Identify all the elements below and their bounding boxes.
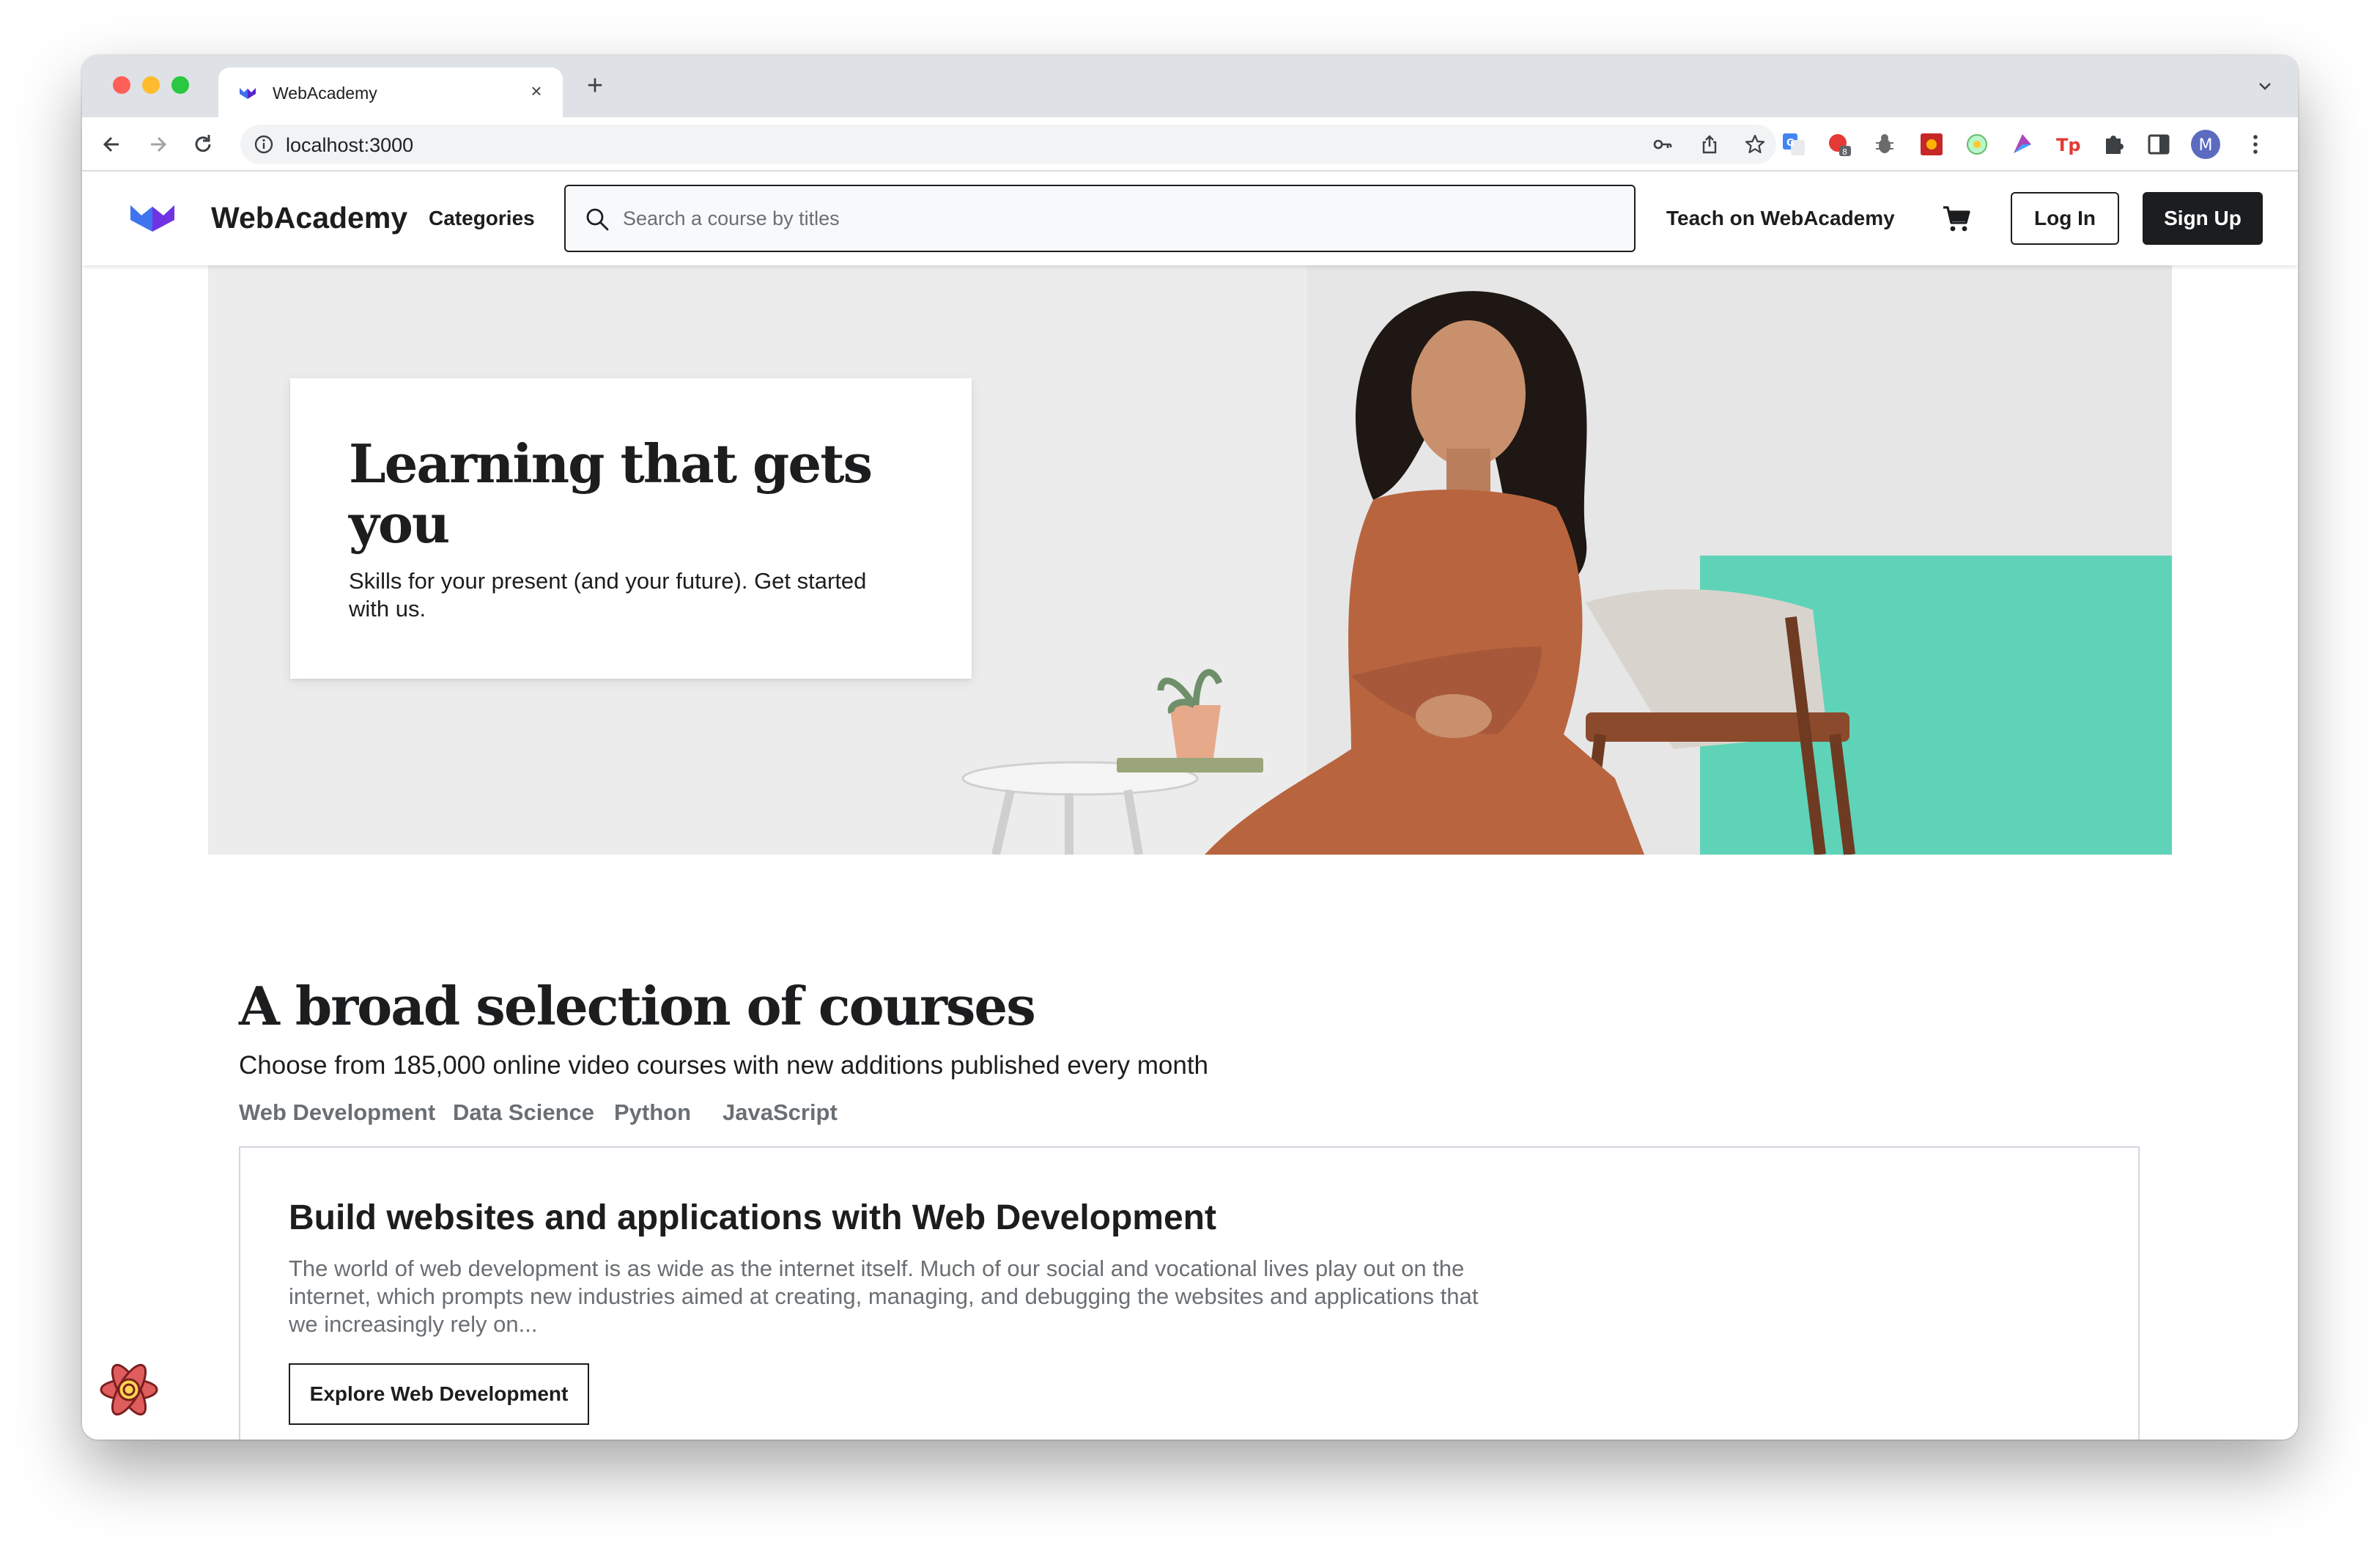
puzzle-icon[interactable] [2100,131,2126,158]
browser-toolbar: localhost:3000 G 8 Tp M [82,117,2298,172]
tab-strip: WebAcademy × + [82,56,2298,117]
side-panel-icon[interactable] [2146,131,2172,158]
course-panel: Build websites and applications with Web… [239,1146,2140,1440]
browser-window: WebAcademy × + localhost:3000 G 8 Tp M W… [82,56,2298,1440]
page-viewport: WebAcademy Categories Teach on WebAcadem… [82,172,2298,1440]
hero-title: Learning that gets you [349,432,873,555]
search-input[interactable] [623,201,1619,236]
svg-text:G: G [1786,138,1795,149]
explore-button[interactable]: Explore Web Development [289,1363,589,1425]
close-window-button[interactable] [113,76,130,94]
login-button[interactable]: Log In [2011,192,2119,245]
hero-subtitle: Skills for your present (and your future… [349,568,867,622]
profile-avatar[interactable]: M [2189,128,2222,161]
signup-button[interactable]: Sign Up [2143,192,2263,245]
teach-link[interactable]: Teach on WebAcademy [1666,207,1895,230]
color-extension-icon[interactable] [1964,131,1990,158]
key-icon[interactable] [1652,133,1674,155]
section-subtitle: Choose from 185,000 online video courses… [239,1051,1209,1080]
reload-icon[interactable] [189,130,217,158]
gradient-extension-icon[interactable] [2009,131,2036,158]
tab-close-icon[interactable]: × [525,79,548,103]
extension-badge-icon[interactable]: 8 [1826,131,1852,158]
bug-extension-icon[interactable] [1871,131,1898,158]
tp-extension-icon[interactable]: Tp [2055,131,2081,158]
kebab-menu-icon[interactable] [2242,131,2269,158]
share-icon[interactable] [1699,133,1721,155]
minimize-window-button[interactable] [142,76,160,94]
tab-data-science[interactable]: Data Science [453,1099,594,1126]
back-arrow-icon[interactable] [98,130,126,158]
tab-title: WebAcademy [273,84,377,103]
panel-description: The world of web development is as wide … [289,1256,1479,1337]
hero-banner: Learning that gets you Skills for your p… [208,265,2172,855]
site-header: WebAcademy Categories Teach on WebAcadem… [82,172,2298,265]
address-bar[interactable]: localhost:3000 [240,125,1776,164]
chevron-down-icon[interactable] [2254,75,2276,97]
favicon-icon [240,88,256,99]
panel-title: Build websites and applications with Web… [289,1198,1216,1237]
browser-tab[interactable]: WebAcademy × [218,67,563,117]
tab-javascript[interactable]: JavaScript [722,1099,838,1126]
hero-card: Learning that gets you Skills for your p… [290,378,972,679]
tab-web-development[interactable]: Web Development [239,1099,435,1126]
svg-text:Tp: Tp [2056,135,2081,155]
url-text: localhost:3000 [286,134,414,156]
search-icon[interactable] [583,205,611,233]
image-extension-icon[interactable] [1918,131,1945,158]
webacademy-logo-icon[interactable] [130,201,174,232]
new-tab-button[interactable]: + [582,72,608,100]
cart-icon[interactable] [1940,202,1973,235]
maximize-window-button[interactable] [171,76,189,94]
brand-name[interactable]: WebAcademy [211,201,407,235]
svg-text:8: 8 [1842,147,1847,157]
info-icon[interactable] [254,134,274,155]
categories-menu[interactable]: Categories [429,207,535,230]
react-devtools-icon[interactable] [98,1359,160,1420]
search-bar [564,185,1636,252]
tab-python[interactable]: Python [614,1099,691,1126]
forward-arrow-icon[interactable] [144,130,171,158]
star-icon[interactable] [1744,133,1766,155]
section-title: A broad selection of courses [239,975,1036,1037]
translate-extension-icon[interactable]: G [1781,131,1807,158]
svg-text:M: M [2199,136,2213,155]
